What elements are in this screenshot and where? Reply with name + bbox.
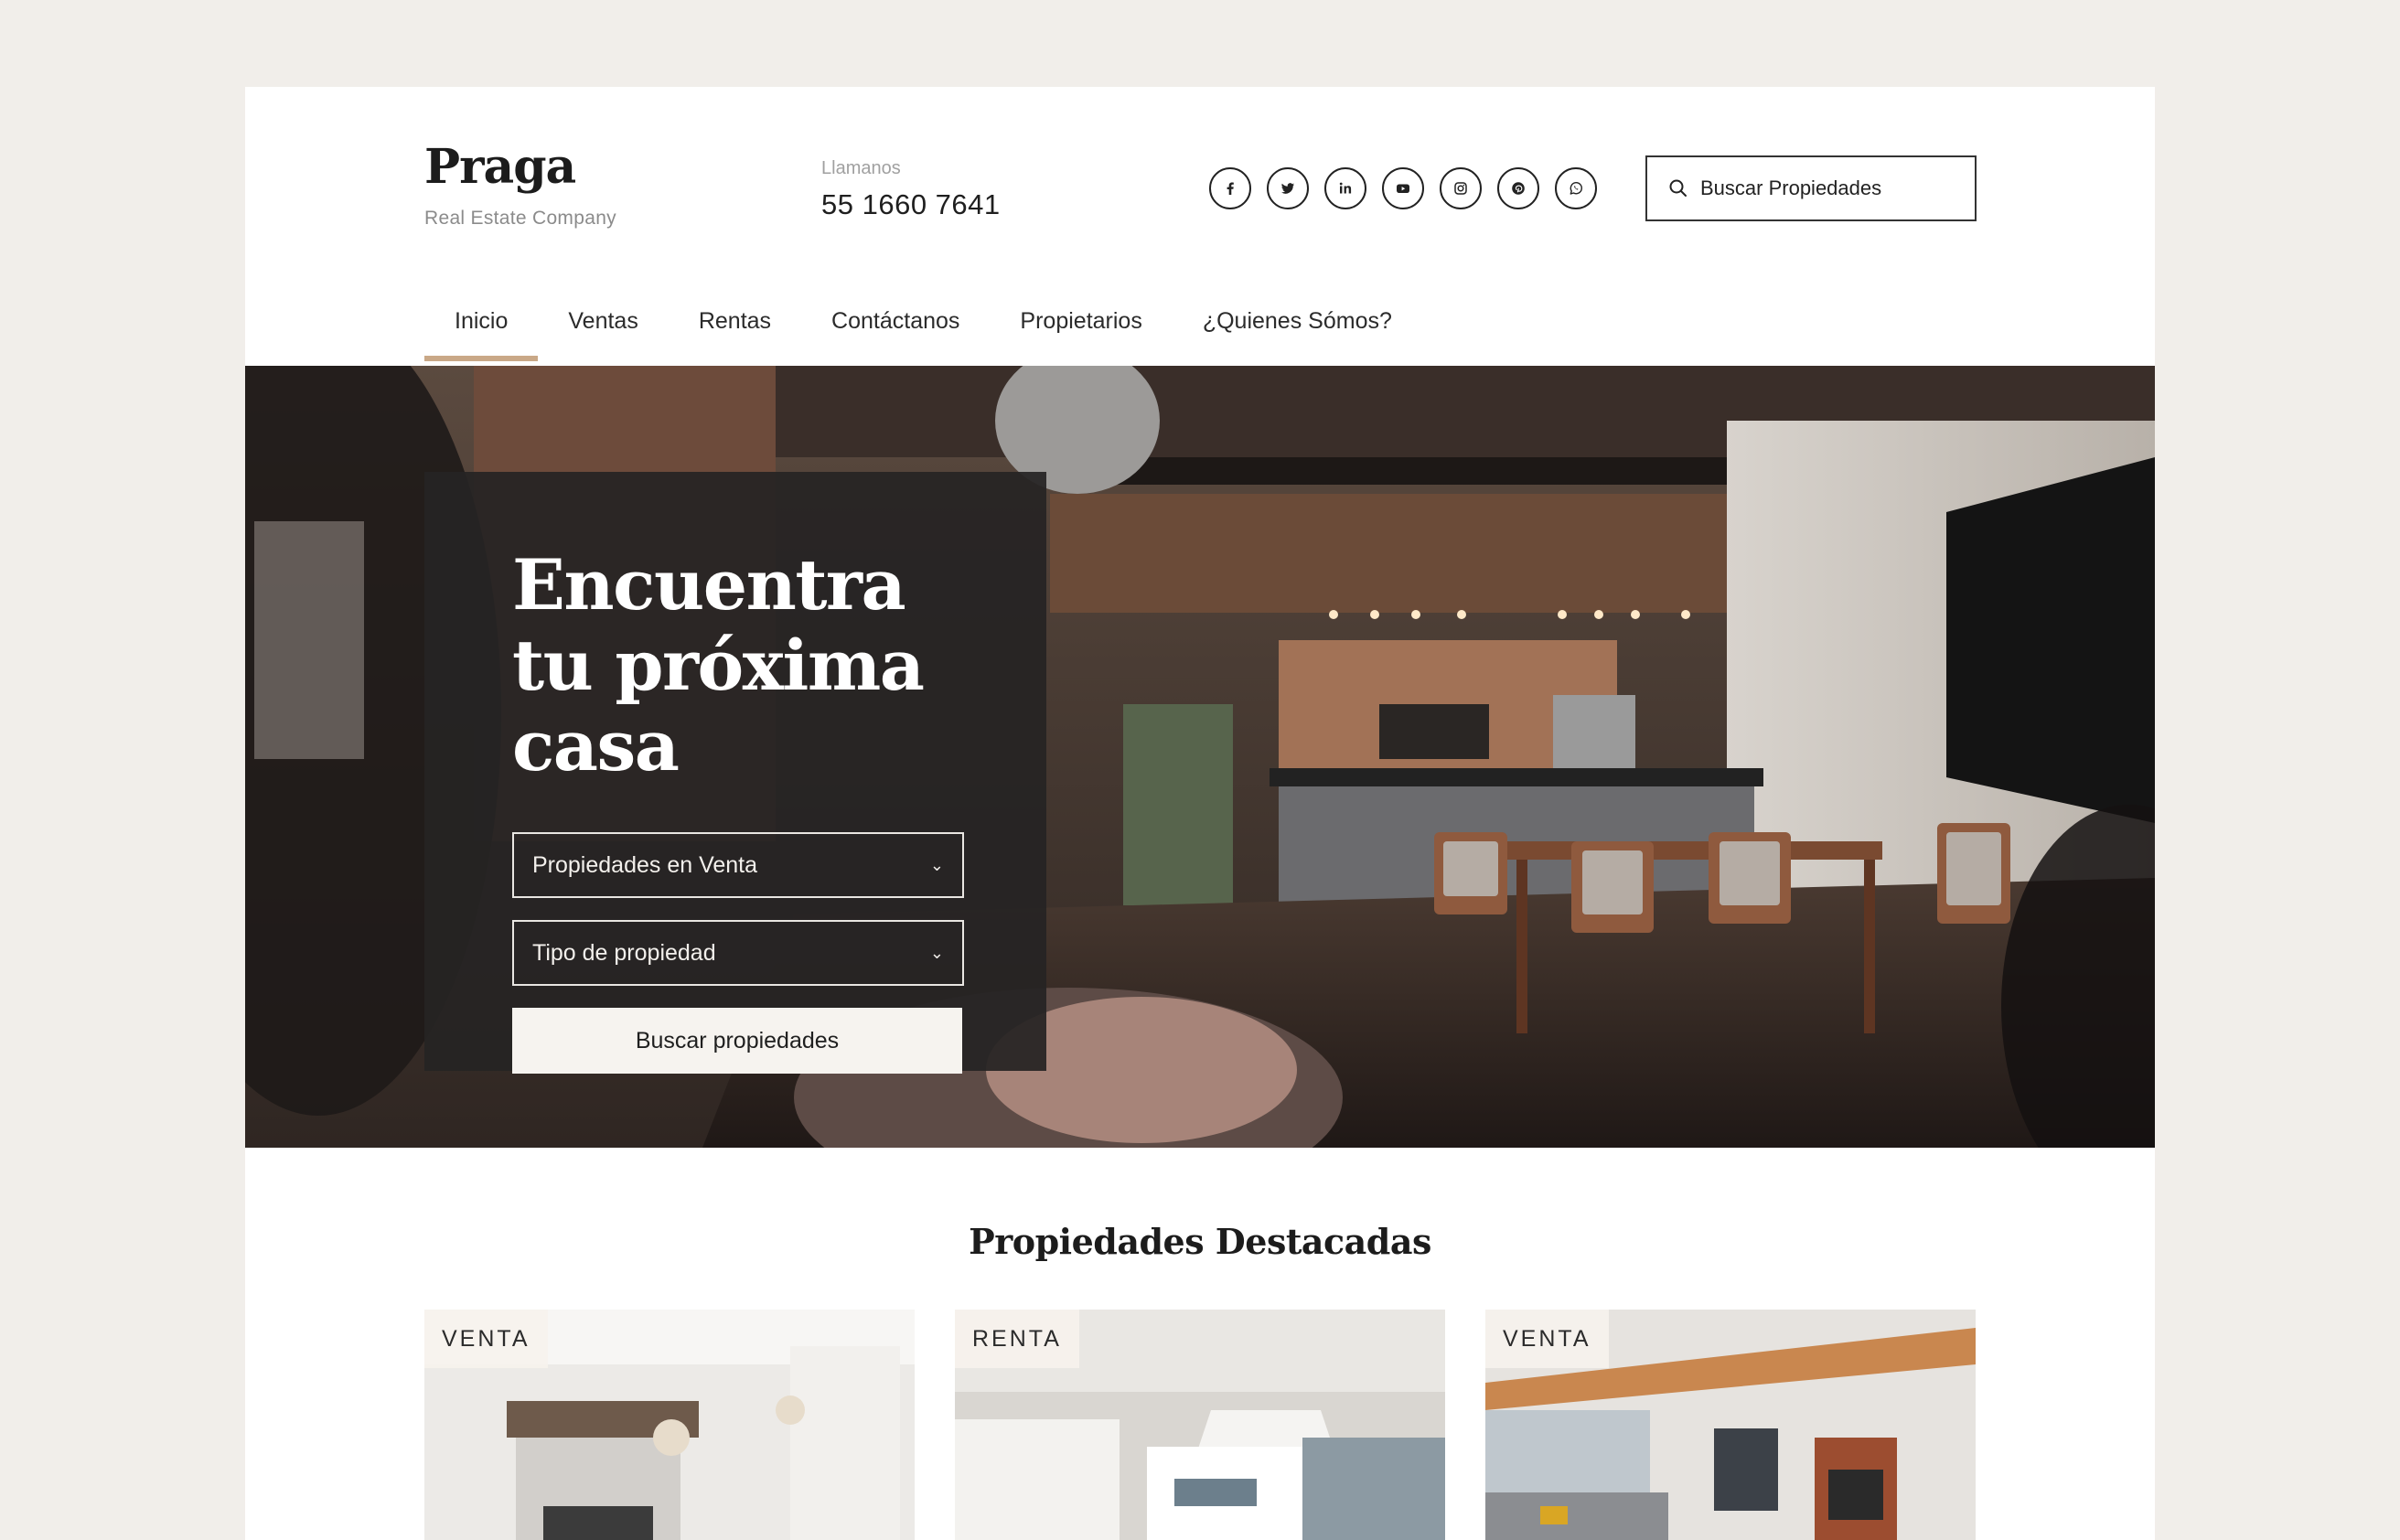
whatsapp-icon[interactable] [1555,167,1597,209]
property-type-select-value: Tipo de propiedad [532,939,716,966]
nav-item-rentas[interactable]: Rentas [669,297,801,361]
pinterest-icon[interactable] [1497,167,1539,209]
logo[interactable]: Praga Real Estate Company [424,144,616,230]
property-search[interactable] [1645,155,1977,221]
linkedin-icon[interactable] [1324,167,1366,209]
nav-item-contactanos[interactable]: Contáctanos [801,297,990,361]
contact-block: Llamanos 55 1660 7641 [821,158,1001,221]
operation-select[interactable]: Propiedades en Venta ⌄ [512,832,964,898]
nav-item-propietarios[interactable]: Propietarios [990,297,1172,361]
listing-badge: VENTA [1485,1310,1609,1368]
phone-number[interactable]: 55 1660 7641 [821,188,1001,221]
listing-badge: VENTA [424,1310,548,1368]
nav-item-quienes-somos[interactable]: ¿Quienes Sómos? [1173,297,1422,361]
search-input[interactable] [1700,176,1966,200]
search-card: Encuentra tu próxima casa Propiedades en… [424,472,1046,1074]
brand-tagline: Real Estate Company [424,208,616,229]
youtube-icon[interactable] [1382,167,1424,209]
hero-section: Encuentra tu próxima casa Propiedades en… [245,366,2155,1148]
property-card[interactable]: VENTA [1485,1310,1976,1540]
featured-cards: VENTA RENTA VENTA [424,1310,2016,1540]
facebook-icon[interactable] [1209,167,1251,209]
chevron-down-icon: ⌄ [929,855,944,874]
twitter-icon[interactable] [1267,167,1309,209]
main-nav: Inicio Ventas Rentas Contáctanos Propiet… [424,297,1422,361]
property-card[interactable]: RENTA [955,1310,1445,1540]
social-links [1209,167,1612,209]
brand-name: Praga [424,139,576,195]
featured-title: Propiedades Destacadas [969,1221,1431,1262]
search-icon [1669,179,1687,197]
nav-item-ventas[interactable]: Ventas [538,297,668,361]
operation-select-value: Propiedades en Venta [532,851,758,878]
page-container: Praga Real Estate Company Llamanos 55 16… [245,87,2155,1540]
nav-item-inicio[interactable]: Inicio [424,297,539,361]
instagram-icon[interactable] [1440,167,1482,209]
search-properties-button[interactable]: Buscar propiedades [512,1008,962,1074]
listing-badge: RENTA [955,1310,1079,1368]
chevron-down-icon: ⌄ [929,943,944,962]
phone-label: Llamanos [821,158,901,178]
hero-title: Encuentra tu próxima casa [512,544,925,786]
property-card[interactable]: VENTA [424,1310,915,1540]
property-type-select[interactable]: Tipo de propiedad ⌄ [512,920,964,986]
